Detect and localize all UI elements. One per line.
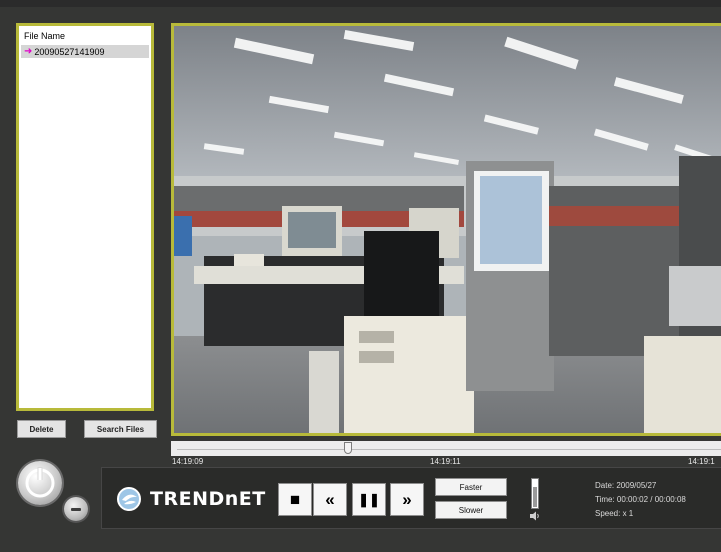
pause-button[interactable]: ❚❚	[352, 483, 386, 516]
trendnet-logo: TRENDnET	[116, 486, 266, 512]
fast-forward-icon: »	[402, 490, 412, 509]
logo-text: TRENDnET	[150, 488, 266, 510]
slower-button[interactable]: Slower	[435, 501, 507, 519]
fast-forward-button[interactable]: »	[390, 483, 424, 516]
volume-slider[interactable]	[531, 478, 539, 509]
globe-logo-icon	[117, 487, 141, 511]
info-speed: Speed: x 1	[595, 509, 634, 518]
video-player[interactable]	[171, 23, 721, 436]
file-list-panel: File Name ➜ 20090527141909	[16, 23, 154, 411]
timeline-track	[177, 449, 721, 450]
file-list-header: File Name	[24, 31, 66, 41]
delete-button[interactable]: Delete	[17, 420, 66, 438]
rewind-button[interactable]: «	[313, 483, 347, 516]
info-time: Time: 00:00:02 / 00:00:08	[595, 495, 686, 504]
minimize-button[interactable]	[64, 497, 88, 521]
volume-level	[533, 487, 537, 507]
video-frame-image	[174, 26, 721, 433]
speaker-icon	[530, 511, 539, 521]
info-date: Date: 2009/05/27	[595, 481, 657, 490]
power-button[interactable]	[18, 461, 62, 505]
timeline-thumb[interactable]	[344, 442, 352, 454]
pause-icon: ❚❚	[358, 492, 380, 507]
file-name: 20090527141909	[34, 46, 105, 57]
power-icon	[25, 467, 55, 498]
timeline-end-time: 14:19:1	[688, 457, 715, 466]
timeline-start-time: 14:19:09	[172, 457, 204, 466]
search-files-button[interactable]: Search Files	[84, 420, 157, 438]
rewind-icon: «	[325, 490, 335, 509]
file-list-item[interactable]: ➜ 20090527141909	[21, 45, 149, 58]
timeline-slider[interactable]	[171, 441, 721, 456]
stop-button[interactable]: ■	[278, 483, 312, 516]
stop-icon: ■	[289, 490, 301, 509]
timeline-mid-time: 14:19:11	[430, 457, 461, 466]
top-strip	[0, 0, 721, 7]
faster-button[interactable]: Faster	[435, 478, 507, 496]
arrow-right-icon: ➜	[24, 45, 33, 57]
minus-icon	[71, 508, 81, 511]
